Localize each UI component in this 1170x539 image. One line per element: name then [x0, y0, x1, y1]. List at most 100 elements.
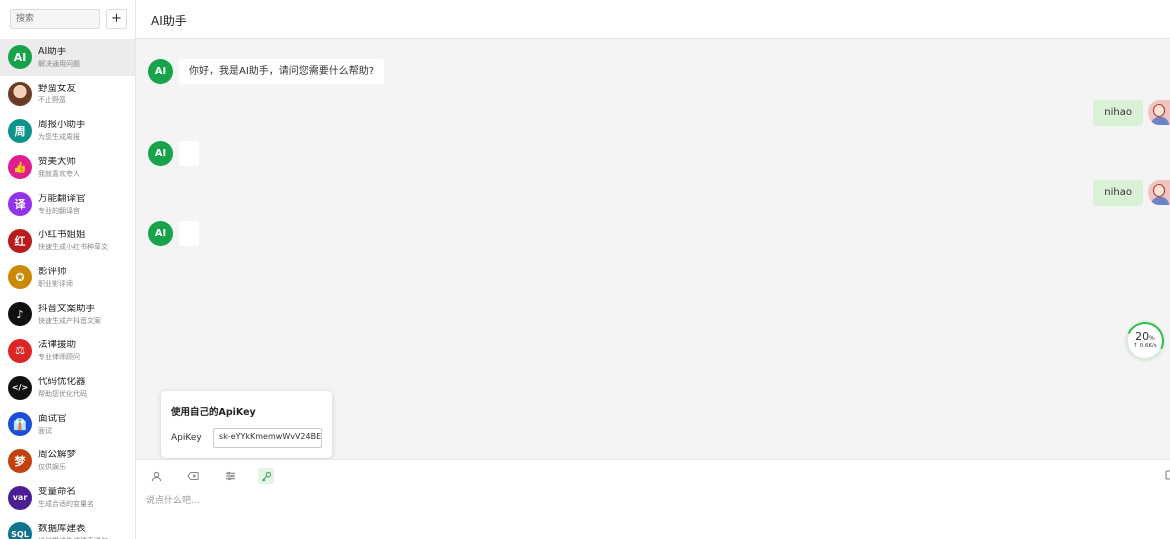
bot-avatar: AI [148, 59, 173, 84]
assistant-avatar: 👍 [8, 155, 32, 180]
send-icon[interactable] [1165, 468, 1170, 482]
assistant-name: 万能翻译官 [38, 193, 86, 204]
assistant-name: 周报小助手 [38, 120, 86, 131]
clear-icon[interactable] [185, 468, 201, 484]
bot-avatar: AI [148, 221, 173, 246]
assistant-name: 抖音文案助手 [38, 303, 96, 314]
role-icon[interactable] [148, 468, 164, 484]
bot-message-bubble-empty [179, 141, 199, 166]
assistant-text: 影评师 职业影评师 [38, 267, 73, 288]
assistant-list: AI AI助手解决通用问题 野蛮女友不止野蛮周周报小助手为您生成周报 👍 赞美大师我就喜… [0, 39, 135, 539]
bot-message: AI [148, 221, 199, 246]
network-speed-widget[interactable]: 20% ↑ 0.6K/s [1120, 316, 1170, 366]
assistant-name: 法律援助 [38, 340, 77, 351]
bot-message: AI [148, 141, 199, 166]
apikey-label: ApiKey [171, 433, 202, 443]
assistant-avatar: ♪ [8, 302, 32, 327]
assistant-avatar: SQL [8, 522, 32, 539]
assistant-text: 法律援助专业律师顾问 [38, 340, 80, 361]
bot-avatar: AI [148, 141, 173, 166]
sidebar-item-assistant[interactable]: SQL 数据库建表通过描述生成建表语句 [0, 516, 135, 539]
sidebar-item-assistant[interactable]: </> 代码优化器 帮助您优化代码 [0, 369, 135, 406]
assistant-text: 周公解梦 仅供娱乐 [38, 450, 76, 471]
assistant-name: 数据库建表 [38, 523, 86, 534]
message-input-area: 说点什么吧... [136, 459, 1170, 539]
user-message: nihao [1093, 100, 1170, 126]
assistant-avatar: AI [8, 45, 32, 70]
assistant-name: 代码优化器 [38, 377, 86, 388]
assistant-text: 小红书姐姐快速生成小红书种草文 [38, 230, 108, 251]
assistant-description: 快速生成产抖音文案 [38, 316, 101, 325]
apikey-input[interactable]: sk-eYYkKmemwWvV24BEbwbWT3BlbkFJ [213, 428, 322, 448]
assistant-description: 职业影评师 [38, 279, 73, 288]
assistant-description: 专业律师顾问 [38, 353, 80, 362]
key-icon[interactable] [258, 468, 274, 484]
assistant-description: 生成合适的变量名 [38, 500, 94, 509]
assistant-description: 面试 [38, 426, 52, 435]
assistant-description: 解决通用问题 [38, 59, 80, 68]
add-assistant-button[interactable]: + [106, 9, 127, 29]
assistant-name: 变量命名 [38, 487, 77, 498]
sidebar-item-assistant[interactable]: AI AI助手解决通用问题 [0, 39, 135, 76]
chat-header: AI助手 [136, 0, 1170, 39]
assistant-text: 代码优化器 帮助您优化代码 [38, 377, 87, 398]
assistant-description: 我就喜欢夸人 [38, 169, 80, 178]
assistant-name: 野蛮女友 [38, 83, 77, 94]
assistant-description: 专业的翻译官 [38, 206, 80, 215]
assistant-text: 抖音文案助手 快速生成产抖音文案 [38, 304, 101, 325]
assistant-name: 影评师 [38, 266, 67, 277]
assistant-description: 仅供娱乐 [38, 463, 66, 472]
assistant-avatar: 周 [8, 118, 32, 143]
sidebar-item-assistant[interactable]: 梦周公解梦仅供娱乐 [0, 443, 135, 480]
user-avatar [1148, 180, 1170, 205]
sidebar-item-assistant[interactable]: var 变量命名 生成合适的变量名 [0, 479, 135, 516]
assistant-description: 为您生成周报 [38, 133, 80, 142]
user-avatar [1148, 100, 1170, 125]
assistant-text: 数据库建表通过描述生成建表语句 [38, 524, 108, 539]
assistant-description: 不止野蛮 [38, 96, 66, 105]
assistant-text: AI助手解决通用问题 [38, 47, 80, 68]
user-message-bubble: nihao [1093, 100, 1143, 126]
sidebar-item-assistant[interactable]: 红小红书姐姐快速生成小红书种草文 [0, 222, 135, 259]
assistant-avatar: ⚖ [8, 338, 32, 363]
sidebar-item-assistant[interactable]: ⚖ 法律援助专业律师顾问 [0, 333, 135, 370]
assistant-name: 赞美大师 [38, 156, 77, 167]
bot-message-bubble: 你好，我是AI助手，请问您需要什么帮助? [179, 59, 385, 84]
assistant-name: AI助手 [38, 46, 67, 57]
assistant-avatar: ✪ [8, 265, 32, 290]
sidebar-item-assistant[interactable]: 👔 面试官面试 [0, 406, 135, 443]
apikey-popover: 使用自己的ApiKey ApiKey sk-eYYkKmemwWvV24BEbw… [161, 391, 332, 458]
assistant-text: 面试官 面试 [38, 414, 67, 435]
assistant-avatar [8, 82, 32, 107]
user-message: nihao [1093, 180, 1170, 206]
assistant-name: 面试官 [38, 413, 67, 424]
assistant-text: 万能翻译官专业的翻译官 [38, 194, 86, 215]
assistant-name: 周公解梦 [38, 450, 77, 461]
assistant-text: 赞美大师我就喜欢夸人 [38, 157, 80, 178]
assistant-avatar: 梦 [8, 448, 32, 473]
app-window: + AI AI助手解决通用问题野蛮女友不止野蛮周周报小助手为您生成周报 👍 赞美大师我… [0, 0, 1170, 539]
search-input[interactable] [10, 9, 100, 29]
assistant-text: 变量命名生成合适的变量名 [38, 487, 94, 508]
sidebar-item-assistant[interactable]: ♪ 抖音文案助手 快速生成产抖音文案 [0, 296, 135, 333]
settings-sliders-icon[interactable] [222, 468, 238, 484]
assistant-name: 小红书姐姐 [38, 230, 86, 241]
sidebar: + AI AI助手解决通用问题野蛮女友不止野蛮周周报小助手为您生成周报 👍 赞美大师我… [0, 0, 136, 539]
assistant-avatar: 红 [8, 228, 32, 253]
assistant-text: 周报小助手为您生成周报 [38, 120, 86, 141]
bot-message: AI 你好，我是AI助手，请问您需要什么帮助? [148, 59, 385, 84]
assistant-text: 野蛮女友 不止野蛮 [38, 84, 76, 105]
bot-message-bubble-empty [179, 221, 199, 246]
sidebar-item-assistant[interactable]: 👍 赞美大师我就喜欢夸人 [0, 149, 135, 186]
assistant-avatar: 译 [8, 192, 32, 217]
sidebar-item-assistant[interactable]: 野蛮女友 不止野蛮 [0, 76, 135, 113]
message-input[interactable]: 说点什么吧... [146, 493, 200, 506]
assistant-avatar: </> [8, 375, 32, 400]
sidebar-item-assistant[interactable]: 译万能翻译官专业的翻译官 [0, 186, 135, 223]
assistant-description: 帮助您优化代码 [38, 389, 87, 398]
sidebar-item-assistant[interactable]: ✪ 影评师职业影评师 [0, 259, 135, 296]
user-message-bubble: nihao [1093, 180, 1143, 206]
sidebar-item-assistant[interactable]: 周周报小助手为您生成周报 [0, 112, 135, 149]
assistant-description: 快速生成小红书种草文 [38, 243, 108, 252]
assistant-avatar: 👔 [8, 412, 32, 437]
